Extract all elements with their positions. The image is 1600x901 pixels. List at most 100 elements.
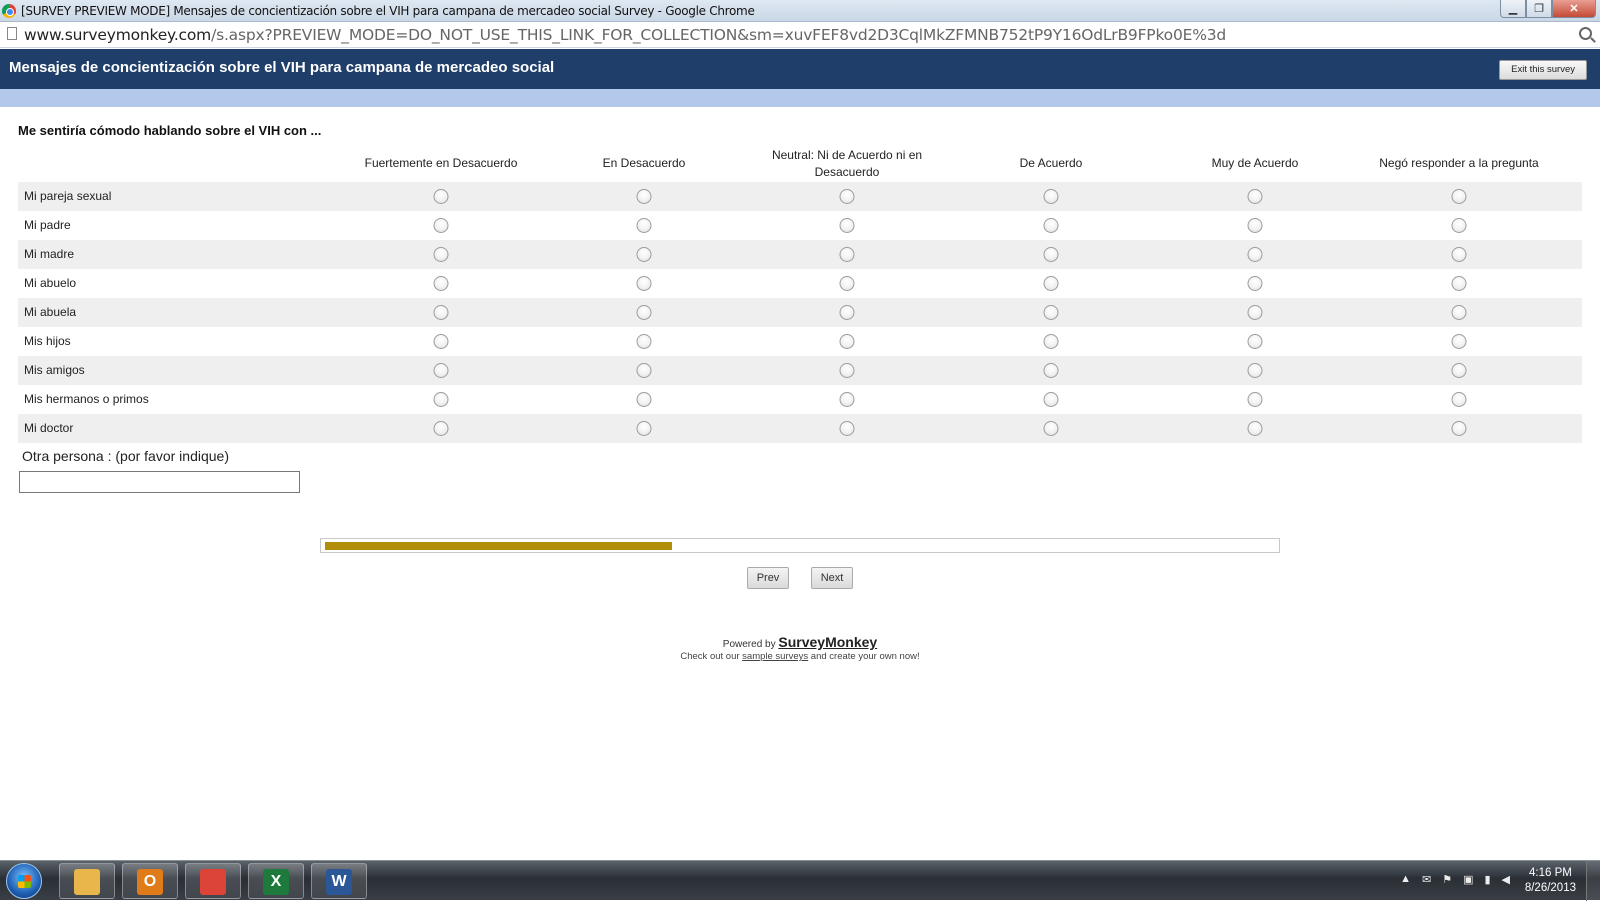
taskbar-app[interactable]: O (122, 863, 178, 899)
volume-icon[interactable]: ◀ (1502, 873, 1510, 886)
matrix-question: Fuertemente en Desacuerdo En Desacuerdo Ne… (18, 145, 1582, 443)
radio-option[interactable] (1451, 276, 1467, 291)
radio-option[interactable] (1247, 334, 1263, 349)
radio-option[interactable] (1247, 218, 1263, 233)
maximize-button[interactable]: ❐ (1526, 0, 1552, 18)
radio-option[interactable] (1043, 392, 1059, 407)
radio-option[interactable] (1043, 218, 1059, 233)
radio-option[interactable] (1451, 363, 1467, 378)
radio-option[interactable] (1451, 247, 1467, 262)
radio-option[interactable] (1451, 189, 1467, 204)
radio-option[interactable] (433, 189, 449, 204)
network-icon[interactable]: ▮ (1484, 873, 1490, 886)
radio-option[interactable] (839, 189, 855, 204)
window-title-bar: [SURVEY PREVIEW MODE] Mensajes de concie… (0, 0, 1600, 22)
exit-survey-button[interactable]: Exit this survey (1499, 60, 1587, 80)
radio-option[interactable] (636, 276, 652, 291)
radio-option[interactable] (433, 305, 449, 320)
radio-option[interactable] (1451, 218, 1467, 233)
url-text[interactable]: www.surveymonkey.com/s.aspx?PREVIEW_MODE… (24, 26, 1226, 44)
radio-option[interactable] (433, 363, 449, 378)
radio-option[interactable] (433, 247, 449, 262)
radio-option[interactable] (1247, 189, 1263, 204)
radio-option[interactable] (1247, 247, 1263, 262)
row-label: Mis hermanos o primos (24, 392, 149, 406)
clock-time: 4:16 PM (1529, 867, 1572, 879)
radio-option[interactable] (1247, 392, 1263, 407)
show-desktop-button[interactable] (1586, 861, 1600, 901)
radio-option[interactable] (433, 421, 449, 436)
radio-option[interactable] (636, 334, 652, 349)
radio-option[interactable] (433, 392, 449, 407)
radio-option[interactable] (839, 392, 855, 407)
radio-option[interactable] (433, 334, 449, 349)
radio-option[interactable] (1043, 363, 1059, 378)
row-label: Mis amigos (24, 363, 85, 377)
row-label: Mi doctor (24, 421, 74, 435)
radio-option[interactable] (1043, 334, 1059, 349)
other-input[interactable] (19, 471, 300, 493)
radio-option[interactable] (839, 247, 855, 262)
radio-option[interactable] (1043, 189, 1059, 204)
mail-icon[interactable]: ✉ (1422, 873, 1431, 886)
radio-option[interactable] (433, 218, 449, 233)
surveymonkey-link[interactable]: SurveyMonkey (778, 634, 877, 650)
row-label: Mi madre (24, 247, 75, 261)
close-button[interactable]: ✕ (1552, 0, 1596, 18)
radio-option[interactable] (1451, 421, 1467, 436)
radio-option[interactable] (636, 218, 652, 233)
radio-option[interactable] (1247, 421, 1263, 436)
minimize-button[interactable]: ▁ (1500, 0, 1526, 18)
taskbar-app[interactable] (59, 863, 115, 899)
device-icon[interactable]: ▣ (1463, 873, 1473, 886)
radio-option[interactable] (636, 305, 652, 320)
radio-option[interactable] (1043, 247, 1059, 262)
radio-option[interactable] (636, 189, 652, 204)
radio-option[interactable] (1043, 421, 1059, 436)
matrix-rows: Mi pareja sexual Mi padre Mi madre Mi abuel… (18, 182, 1582, 443)
flag-icon[interactable]: ⚑ (1442, 873, 1452, 886)
radio-option[interactable] (1451, 334, 1467, 349)
other-label: Otra persona : (por favor indique) (22, 448, 229, 464)
checkout-suffix: and create your own now! (808, 651, 920, 662)
prev-button[interactable]: Prev (747, 567, 789, 589)
address-bar[interactable]: www.surveymonkey.com/s.aspx?PREVIEW_MODE… (0, 22, 1600, 48)
radio-option[interactable] (1043, 276, 1059, 291)
radio-option[interactable] (839, 421, 855, 436)
radio-option[interactable] (1451, 305, 1467, 320)
radio-option[interactable] (839, 218, 855, 233)
radio-option[interactable] (1247, 305, 1263, 320)
system-tray: ▲ ✉ ⚑ ▣ ▮ ◀ (1400, 873, 1510, 886)
taskbar-app[interactable] (185, 863, 241, 899)
radio-option[interactable] (1043, 305, 1059, 320)
search-icon[interactable] (1579, 27, 1592, 40)
radio-option[interactable] (636, 421, 652, 436)
chrome-icon (200, 869, 226, 895)
radio-option[interactable] (636, 247, 652, 262)
radio-option[interactable] (636, 363, 652, 378)
radio-option[interactable] (433, 276, 449, 291)
radio-option[interactable] (839, 363, 855, 378)
radio-option[interactable] (1451, 392, 1467, 407)
radio-option[interactable] (1247, 363, 1263, 378)
radio-option[interactable] (839, 305, 855, 320)
matrix-row: Mi abuela (18, 298, 1582, 327)
powered-by: Powered by SurveyMonkey (0, 634, 1600, 650)
row-label: Mi padre (24, 218, 71, 232)
radio-option[interactable] (636, 392, 652, 407)
column-header: En Desacuerdo (602, 156, 686, 170)
radio-option[interactable] (839, 276, 855, 291)
sample-surveys-link[interactable]: sample surveys (742, 651, 808, 662)
row-label: Mi abuelo (24, 276, 77, 290)
taskbar-app[interactable]: X (248, 863, 304, 899)
taskbar-app[interactable]: W (311, 863, 367, 899)
clock[interactable]: 4:16 PM 8/26/2013 (1525, 866, 1576, 896)
header-strip (0, 89, 1600, 107)
tray-expand-icon[interactable]: ▲ (1400, 873, 1411, 886)
radio-option[interactable] (839, 334, 855, 349)
start-button[interactable] (6, 863, 42, 899)
column-header: Fuertemente en Desacuerdo (364, 156, 518, 170)
radio-option[interactable] (1247, 276, 1263, 291)
column-header: Negó responder a la pregunta (1379, 156, 1539, 170)
next-button[interactable]: Next (811, 567, 853, 589)
